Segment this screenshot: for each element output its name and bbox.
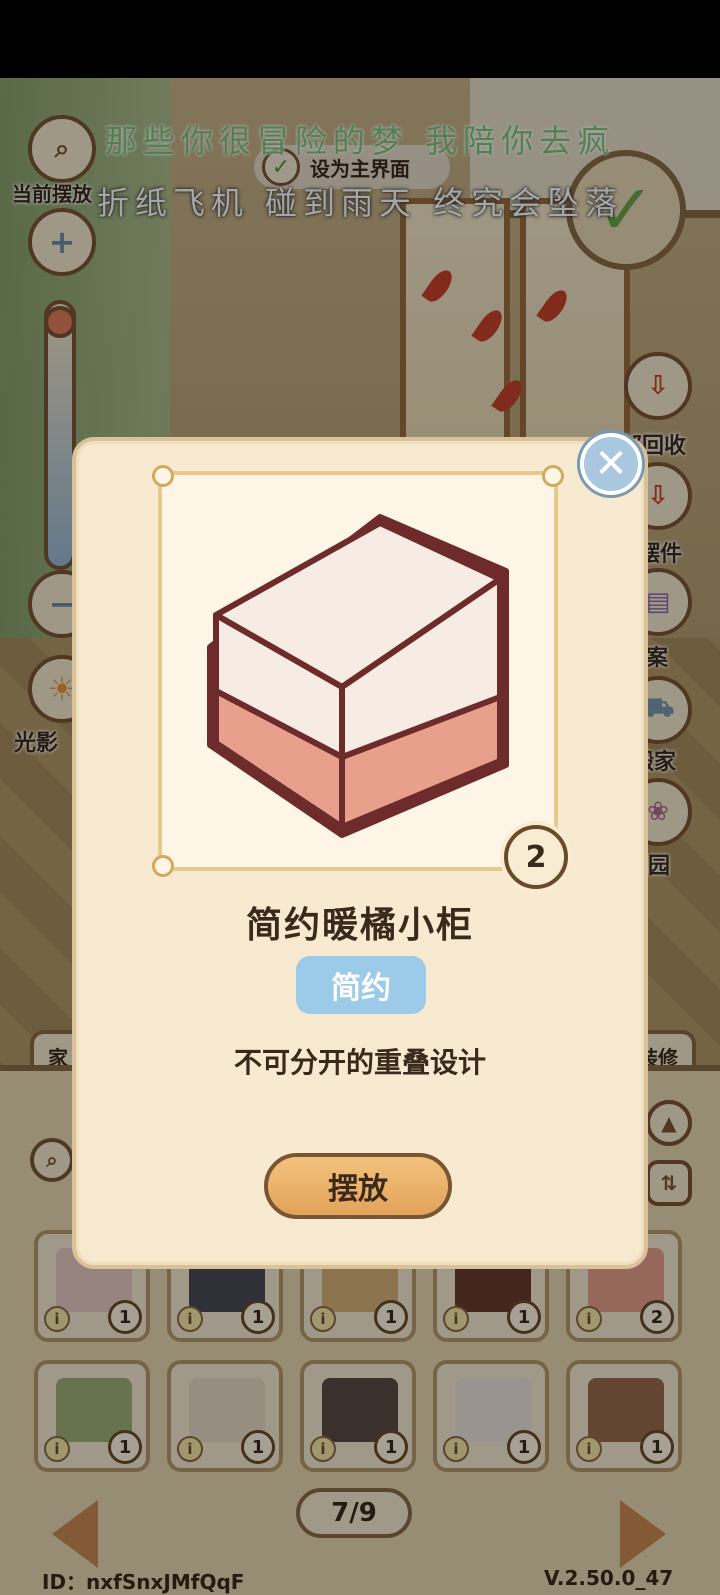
item-preview — [152, 465, 564, 877]
close-icon: ✕ — [594, 441, 628, 487]
corner-ornament — [542, 465, 564, 487]
place-button[interactable]: 摆放 — [264, 1153, 452, 1219]
style-tag: 简约 — [296, 956, 426, 1014]
item-detail-dialog: 2 简约暖橘小柜 简约 不可分开的重叠设计 摆放 — [72, 437, 648, 1269]
close-dialog-button[interactable]: ✕ — [580, 433, 642, 495]
cabinet-illustration — [207, 514, 509, 838]
owned-count-badge: 2 — [504, 825, 568, 889]
corner-ornament — [152, 465, 174, 487]
item-name: 简约暖橘小柜 — [245, 905, 474, 946]
status-bar — [0, 0, 720, 78]
item-description: 不可分开的重叠设计 — [233, 1046, 486, 1079]
corner-ornament — [152, 855, 174, 877]
